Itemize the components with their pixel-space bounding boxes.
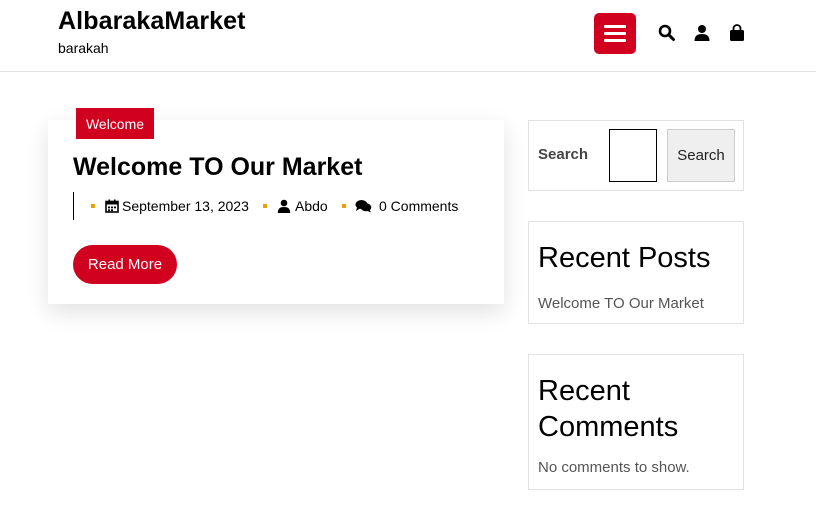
recent-comments-heading-line2: Comments xyxy=(538,411,679,443)
post-comments[interactable]: 0 Comments xyxy=(379,198,458,214)
no-comments-text: No comments to show. xyxy=(538,459,690,476)
category-badge[interactable]: Welcome xyxy=(76,108,154,139)
menu-icon xyxy=(604,25,626,28)
meta-divider xyxy=(73,192,74,220)
recent-posts-heading: Recent Posts xyxy=(538,242,711,274)
meta-bullet xyxy=(342,204,346,208)
search-input[interactable] xyxy=(609,129,657,182)
search-button[interactable]: Search xyxy=(667,129,735,182)
recent-comments-heading-line1: Recent xyxy=(538,375,630,407)
meta-bullet xyxy=(91,204,95,208)
user-icon[interactable] xyxy=(693,24,711,42)
menu-button[interactable] xyxy=(594,13,636,54)
shopping-bag-icon[interactable] xyxy=(728,24,746,42)
search-icon[interactable] xyxy=(658,24,676,42)
search-label: Search xyxy=(538,146,589,163)
comments-icon xyxy=(355,200,372,213)
post-author[interactable]: Abdo xyxy=(295,198,328,214)
read-more-button[interactable]: Read More xyxy=(73,245,177,284)
author-icon xyxy=(277,199,291,213)
post-title[interactable]: Welcome TO Our Market xyxy=(73,153,362,182)
site-header: AlbarakaMarket barakah xyxy=(0,0,816,72)
site-tagline: barakah xyxy=(58,40,109,56)
meta-bullet xyxy=(263,204,267,208)
post-date[interactable]: September 13, 2023 xyxy=(122,198,249,214)
site-title[interactable]: AlbarakaMarket xyxy=(58,7,246,36)
calendar-icon xyxy=(105,199,119,213)
recent-post-link[interactable]: Welcome TO Our Market xyxy=(538,295,704,312)
